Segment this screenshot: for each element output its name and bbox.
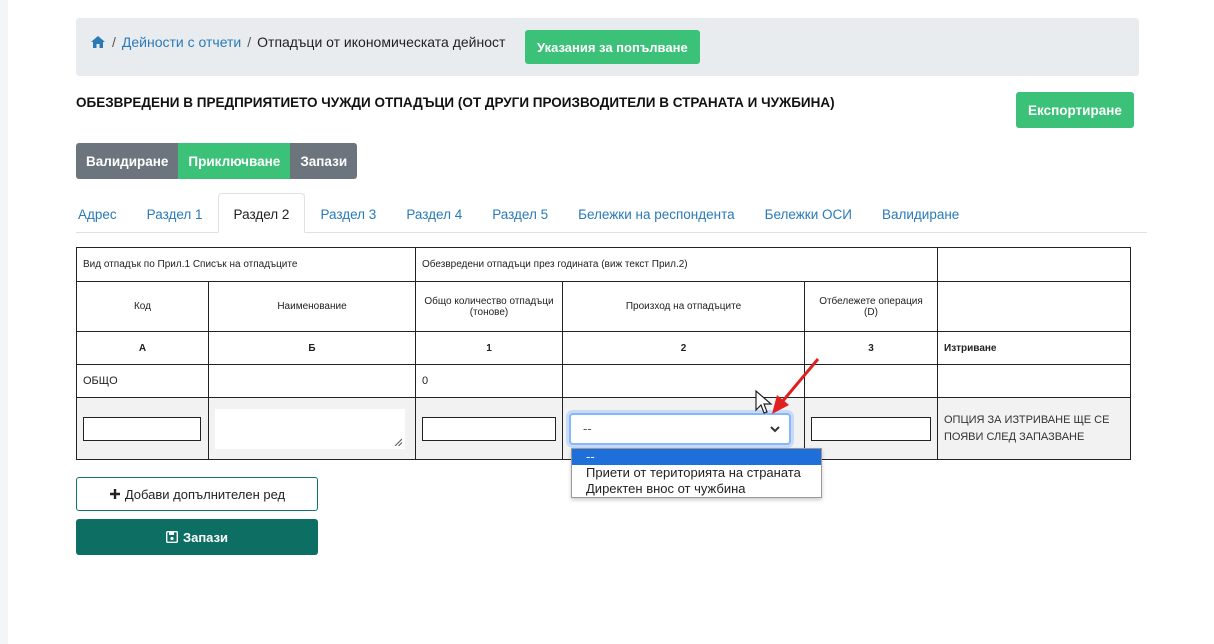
dropdown-option-empty[interactable]: -- bbox=[572, 449, 821, 465]
home-icon[interactable] bbox=[90, 35, 106, 49]
tab-section-3[interactable]: Раздел 3 bbox=[305, 202, 391, 232]
delete-note: ОПЦИЯ ЗА ИЗТРИВАНЕ ЩЕ СЕ ПОЯВИ СЛЕД ЗАПА… bbox=[937, 397, 1131, 460]
tab-address[interactable]: Адрес bbox=[76, 202, 132, 232]
chevron-down-icon bbox=[770, 425, 780, 432]
plus-icon bbox=[109, 489, 120, 499]
name-textarea[interactable] bbox=[215, 408, 405, 449]
code-input[interactable] bbox=[83, 416, 201, 441]
col-header-quantity: Общо количество отпадъци (тонове) bbox=[415, 281, 563, 332]
save-label: Запази bbox=[182, 529, 229, 545]
breadcrumb-current: Отпадъци от икономическата дейност bbox=[257, 34, 506, 50]
dropdown-option-domestic[interactable]: Приети от територията на страната bbox=[572, 465, 821, 481]
save-top-button[interactable]: Запази bbox=[290, 143, 358, 179]
fill-instructions-button[interactable]: Указания за попълване bbox=[525, 30, 700, 64]
col-letter-1: 1 bbox=[415, 331, 563, 365]
operation-input[interactable] bbox=[811, 416, 931, 441]
waste-table: Вид отпадък по Прил.1 Списък на отпадъци… bbox=[76, 247, 1131, 460]
tab-section-5[interactable]: Раздел 5 bbox=[477, 202, 563, 232]
page: / Дейности с отчети / Отпадъци от иконом… bbox=[8, 0, 1214, 644]
table-group-header-disposed: Обезвредени отпадъци през годината (виж … bbox=[415, 247, 938, 282]
tab-section-4[interactable]: Раздел 4 bbox=[391, 202, 477, 232]
tab-section-1[interactable]: Раздел 1 bbox=[132, 202, 218, 232]
total-label: ОБЩО bbox=[76, 364, 209, 398]
origin-select-value: -- bbox=[583, 421, 592, 436]
origin-dropdown-list: -- Приети от територията на страната Дир… bbox=[571, 448, 822, 498]
floppy-icon bbox=[165, 531, 178, 543]
total-quantity: 0 bbox=[415, 364, 563, 398]
col-letter-3: 3 bbox=[804, 331, 938, 365]
breadcrumb-separator: / bbox=[112, 34, 116, 50]
breadcrumb-link-activities[interactable]: Дейности с отчети bbox=[122, 34, 241, 50]
col-letter-b: Б bbox=[208, 331, 416, 365]
col-header-name: Наименование bbox=[208, 281, 416, 332]
tab-osi-notes[interactable]: Бележки ОСИ bbox=[750, 202, 867, 232]
breadcrumb-separator: / bbox=[247, 34, 252, 50]
section-title: ОБЕЗВРЕДЕНИ В ПРЕДПРИЯТИЕТО ЧУЖДИ ОТПАДЪ… bbox=[76, 95, 835, 110]
tab-section-2[interactable]: Раздел 2 bbox=[217, 193, 306, 233]
col-letter-a: А bbox=[76, 331, 209, 365]
mouse-cursor-icon bbox=[755, 390, 773, 414]
action-button-group: Валидиране Приключване Запази bbox=[76, 143, 358, 179]
col-header-delete: Изтриване bbox=[937, 331, 1131, 365]
col-header-code: Код bbox=[76, 281, 209, 332]
add-row-button[interactable]: Добави допълнителен ред bbox=[76, 477, 318, 511]
quantity-input[interactable] bbox=[422, 416, 556, 441]
origin-select[interactable]: -- bbox=[569, 412, 791, 445]
tab-respondent-notes[interactable]: Бележки на респондента bbox=[563, 202, 750, 232]
add-row-label: Добави допълнителен ред bbox=[124, 486, 286, 502]
col-header-operation: Отбележете операция (D) bbox=[804, 281, 938, 332]
col-header-origin: Произход на отпадъците bbox=[562, 281, 805, 332]
tab-validation[interactable]: Валидиране bbox=[867, 202, 974, 232]
col-header-empty bbox=[937, 281, 1131, 332]
resize-grip-icon[interactable] bbox=[394, 438, 402, 446]
breadcrumb: / Дейности с отчети / Отпадъци от иконом… bbox=[76, 18, 1139, 76]
save-button[interactable]: Запази bbox=[76, 519, 318, 555]
export-button[interactable]: Експортиране bbox=[1016, 92, 1134, 128]
table-group-header-empty bbox=[937, 247, 1131, 282]
dropdown-option-import[interactable]: Директен внос от чужбина bbox=[572, 481, 821, 497]
validate-button[interactable]: Валидиране bbox=[76, 143, 179, 179]
table-group-header-waste-type: Вид отпадък по Прил.1 Списък на отпадъци… bbox=[76, 247, 416, 282]
finish-button[interactable]: Приключване bbox=[178, 143, 291, 179]
tab-bar: Адрес Раздел 1 Раздел 2 Раздел 3 Раздел … bbox=[76, 192, 1147, 233]
table-row-total: ОБЩО 0 bbox=[76, 364, 1131, 398]
